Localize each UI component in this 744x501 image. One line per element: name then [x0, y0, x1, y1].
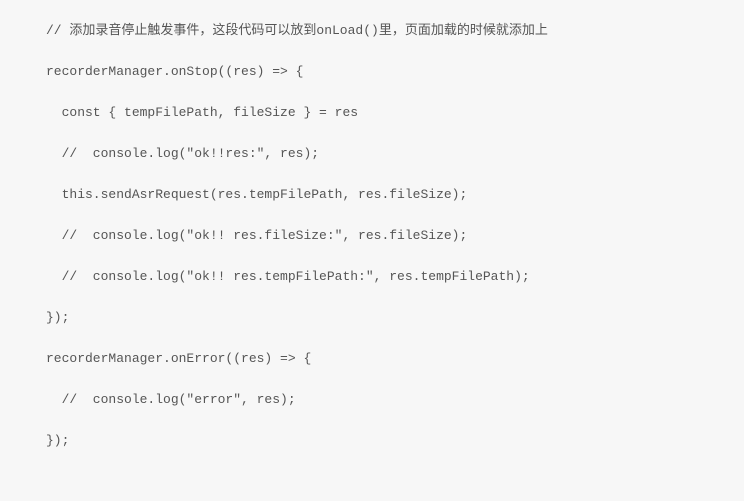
code-line: // console.log("ok!!res:", res); [46, 147, 744, 160]
code-line: // 添加录音停止触发事件，这段代码可以放到onLoad()里，页面加载的时候就… [46, 24, 744, 37]
code-line: }); [46, 434, 744, 447]
code-line: recorderManager.onStop((res) => { [46, 65, 744, 78]
code-line: // console.log("ok!! res.tempFilePath:",… [46, 270, 744, 283]
code-line: }); [46, 311, 744, 324]
code-line: // console.log("ok!! res.fileSize:", res… [46, 229, 744, 242]
code-block: // 添加录音停止触发事件，这段代码可以放到onLoad()里，页面加载的时候就… [46, 24, 744, 447]
code-line: recorderManager.onError((res) => { [46, 352, 744, 365]
code-line: this.sendAsrRequest(res.tempFilePath, re… [46, 188, 744, 201]
code-line: const { tempFilePath, fileSize } = res [46, 106, 744, 119]
code-line: // console.log("error", res); [46, 393, 744, 406]
